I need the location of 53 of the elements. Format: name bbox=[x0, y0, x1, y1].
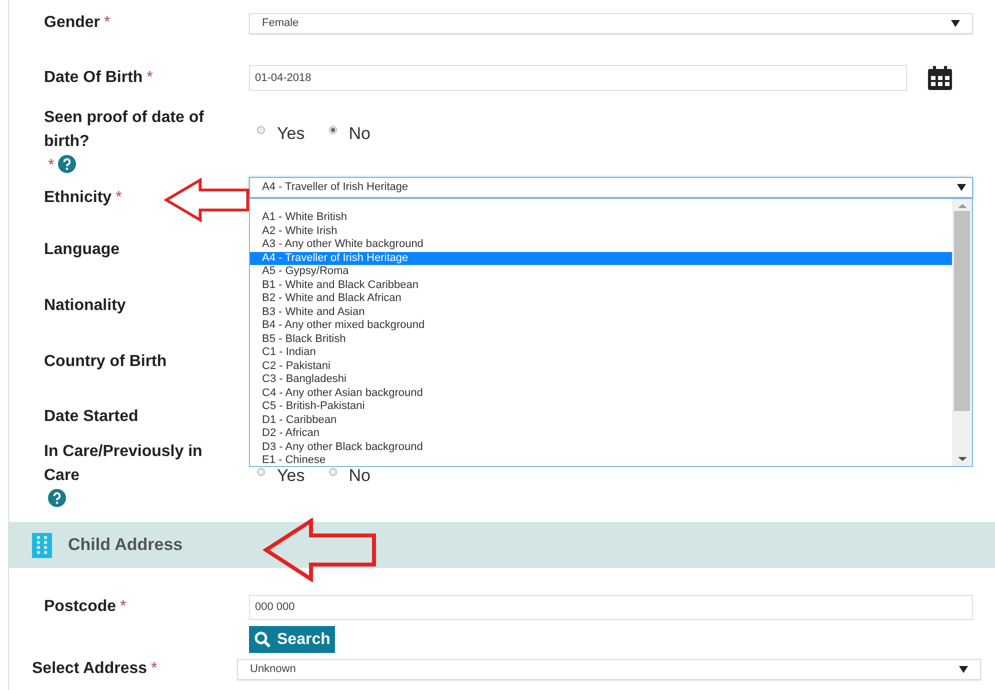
dropdown-option[interactable]: D2 - African bbox=[250, 427, 952, 440]
radio-option[interactable]: Yes bbox=[257, 121, 305, 147]
dropdown-option[interactable]: B4 - Any other mixed background bbox=[250, 319, 952, 332]
dropdown-option[interactable]: A5 - Gypsy/Roma bbox=[250, 265, 952, 278]
required-mark: * bbox=[120, 598, 126, 615]
dropdown-option[interactable]: D3 - Any other Black background bbox=[250, 440, 952, 454]
field-label: Date Of Birth bbox=[44, 68, 143, 88]
dropdown-option[interactable]: A3 - Any other White background bbox=[250, 238, 952, 252]
dropdown-option[interactable]: B3 - White and Asian bbox=[250, 306, 952, 319]
dropdown-option[interactable]: C5 - British-Pakistani bbox=[250, 400, 952, 414]
field-label: Date Started bbox=[44, 407, 138, 427]
select-field[interactable]: Female bbox=[249, 12, 973, 34]
scrollbar[interactable] bbox=[952, 199, 972, 466]
field-label: Select Address bbox=[32, 659, 148, 679]
required-mark: * bbox=[48, 157, 54, 174]
required-mark: * bbox=[146, 69, 153, 86]
dropdown-option[interactable]: A4 - Traveller of Irish Heritage bbox=[250, 252, 952, 265]
dropdown-option[interactable]: C3 - Bangladeshi bbox=[250, 373, 952, 386]
dropdown-option[interactable]: C4 - Any other Asian background bbox=[250, 386, 952, 400]
field-label: Postcode bbox=[44, 597, 116, 617]
field-label: Ethnicity bbox=[44, 188, 112, 208]
field-label: Gender bbox=[44, 13, 100, 33]
dropdown-option[interactable]: B5 - Black British bbox=[250, 332, 952, 346]
dropdown-option[interactable]: A1 - White British bbox=[250, 211, 952, 224]
dropdown-option[interactable]: B1 - White and Black Caribbean bbox=[250, 278, 952, 292]
date-field[interactable]: 01-04-2018 bbox=[249, 65, 907, 91]
building-icon bbox=[31, 532, 53, 558]
field-label: Seen proof of date of birth? bbox=[44, 108, 205, 152]
help-icon[interactable] bbox=[58, 155, 76, 173]
input-field[interactable]: 000 000 bbox=[249, 595, 973, 620]
dropdown-option[interactable]: A2 - White Irish bbox=[250, 224, 952, 238]
field-label: Language bbox=[44, 240, 120, 260]
dropdown-option[interactable]: C1 - Indian bbox=[250, 346, 952, 360]
search-icon bbox=[254, 631, 271, 648]
required-mark: * bbox=[104, 14, 110, 31]
required-mark: * bbox=[151, 660, 158, 677]
dropdown-option[interactable]: D1 - Caribbean bbox=[250, 414, 952, 427]
radio-option[interactable]: No bbox=[328, 121, 370, 147]
help-icon[interactable] bbox=[48, 489, 66, 507]
dropdown-option[interactable]: B2 - White and Black African bbox=[250, 292, 952, 306]
search-button[interactable]: Search bbox=[249, 626, 336, 653]
section-header: Child Address bbox=[9, 522, 995, 568]
caret-icon bbox=[957, 184, 966, 191]
select-field[interactable]: A4 - Traveller of Irish Heritage bbox=[249, 177, 973, 198]
field-label: In Care/Previously in Care bbox=[44, 442, 204, 486]
calendar-icon[interactable] bbox=[927, 65, 953, 91]
dropdown-option[interactable]: C2 - Pakistani bbox=[250, 360, 952, 373]
field-label: Country of Birth bbox=[44, 352, 167, 372]
caret-icon bbox=[951, 20, 960, 26]
select-field[interactable]: Unknown bbox=[237, 658, 981, 680]
field-label: Nationality bbox=[44, 296, 126, 316]
caret-icon bbox=[959, 666, 968, 672]
required-mark: * bbox=[116, 189, 122, 206]
